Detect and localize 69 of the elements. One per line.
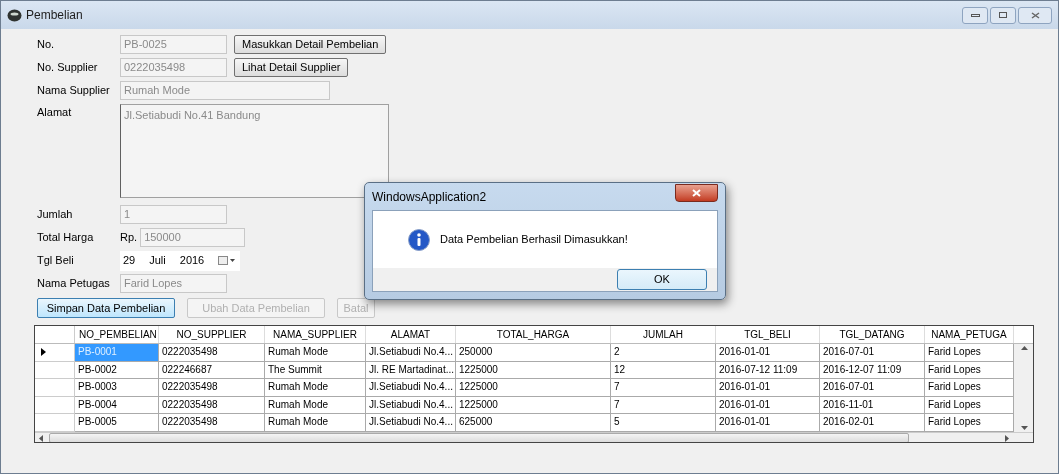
scroll-up-icon[interactable] bbox=[1021, 346, 1028, 350]
table-cell: 2016-01-01 bbox=[716, 379, 820, 397]
table-cell: Rumah Mode bbox=[265, 414, 366, 432]
date-month[interactable]: Juli bbox=[149, 252, 166, 269]
table-cell: PB-0001 bbox=[75, 344, 159, 362]
app-icon bbox=[7, 8, 22, 22]
table-cell: PB-0003 bbox=[75, 379, 159, 397]
maximize-button[interactable] bbox=[990, 6, 1016, 24]
field-label: Jumlah bbox=[37, 207, 74, 223]
table-cell: 5 bbox=[611, 414, 716, 432]
field-label: No. Supplier bbox=[37, 60, 99, 76]
table-cell: Farid Lopes bbox=[925, 379, 1014, 397]
table-cell: 7 bbox=[611, 379, 716, 397]
column-header[interactable]: NO_PEMBELIAN bbox=[75, 326, 159, 343]
table-cell: Rumah Mode bbox=[265, 379, 366, 397]
table-cell: Jl.Setiabudi No.4... bbox=[366, 344, 456, 362]
action-button[interactable]: Masukkan Detail Pembelian bbox=[234, 35, 387, 54]
table-cell: 2016-02-01 bbox=[820, 414, 925, 432]
table-cell: PB-0005 bbox=[75, 414, 159, 432]
table-cell: 625000 bbox=[456, 414, 611, 432]
table-cell: 2016-01-01 bbox=[716, 344, 820, 362]
close-icon bbox=[1030, 11, 1040, 19]
table-cell: 2016-07-01 bbox=[820, 379, 925, 397]
form-button[interactable]: Simpan Data Pembelian bbox=[37, 298, 175, 318]
minimize-button[interactable] bbox=[962, 6, 988, 24]
column-header[interactable]: NAMA_SUPPLIER bbox=[265, 326, 366, 343]
dialog-message: Data Pembelian Berhasil Dimasukkan! bbox=[440, 232, 628, 248]
column-header[interactable]: TGL_DATANG bbox=[820, 326, 925, 343]
table-cell: Jl.Setiabudi No.4... bbox=[366, 379, 456, 397]
table-cell: 1225000 bbox=[456, 379, 611, 397]
table-cell: 0222035498 bbox=[159, 379, 265, 397]
info-icon bbox=[408, 228, 430, 251]
table-cell: 250000 bbox=[456, 344, 611, 362]
date-day[interactable]: 29 bbox=[123, 252, 136, 269]
table-cell: Farid Lopes bbox=[925, 414, 1014, 432]
ok-button[interactable]: OK bbox=[617, 269, 707, 290]
window-title: Pembelian bbox=[26, 7, 83, 24]
field-label: Nama Petugas bbox=[37, 276, 111, 292]
field-label: No. bbox=[37, 37, 56, 53]
field-label: Alamat bbox=[37, 105, 73, 120]
date-year[interactable]: 2016 bbox=[179, 252, 205, 269]
column-header[interactable]: JUMLAH bbox=[611, 326, 716, 343]
field-label: Nama Supplier bbox=[37, 83, 111, 99]
scroll-right-icon[interactable] bbox=[1005, 434, 1009, 442]
column-header[interactable]: ALAMAT bbox=[366, 326, 456, 343]
close-icon bbox=[692, 188, 701, 197]
field-label: Total Harga bbox=[37, 230, 95, 246]
table-cell: 2016-01-01 bbox=[716, 414, 820, 432]
column-header[interactable]: NO_SUPPLIER bbox=[159, 326, 265, 343]
table-cell: 0222035498 bbox=[159, 414, 265, 432]
scroll-left-icon[interactable] bbox=[39, 434, 43, 442]
table-cell: 2016-07-01 bbox=[820, 344, 925, 362]
column-header[interactable]: NAMA_PETUGA bbox=[925, 326, 1014, 343]
table-cell: Jl.Setiabudi No.4... bbox=[366, 414, 456, 432]
table-cell: Rumah Mode bbox=[265, 344, 366, 362]
currency-label: Rp. bbox=[120, 230, 138, 246]
close-button[interactable] bbox=[675, 183, 718, 202]
horizontal-scrollbar[interactable] bbox=[35, 432, 1033, 442]
scroll-down-icon[interactable] bbox=[1021, 426, 1028, 430]
table-cell: 2 bbox=[611, 344, 716, 362]
column-header[interactable]: TOTAL_HARGA bbox=[456, 326, 611, 343]
row-pointer-icon bbox=[41, 348, 46, 357]
field-label: Tgl Beli bbox=[37, 253, 75, 269]
table-cell: 0222035498 bbox=[159, 344, 265, 362]
table-cell: Farid Lopes bbox=[925, 344, 1014, 362]
action-button[interactable]: Lihat Detail Supplier bbox=[234, 58, 349, 77]
column-header[interactable]: TGL_BELI bbox=[716, 326, 820, 343]
calendar-dropdown-icon[interactable] bbox=[218, 256, 236, 265]
row-header[interactable] bbox=[35, 344, 75, 362]
